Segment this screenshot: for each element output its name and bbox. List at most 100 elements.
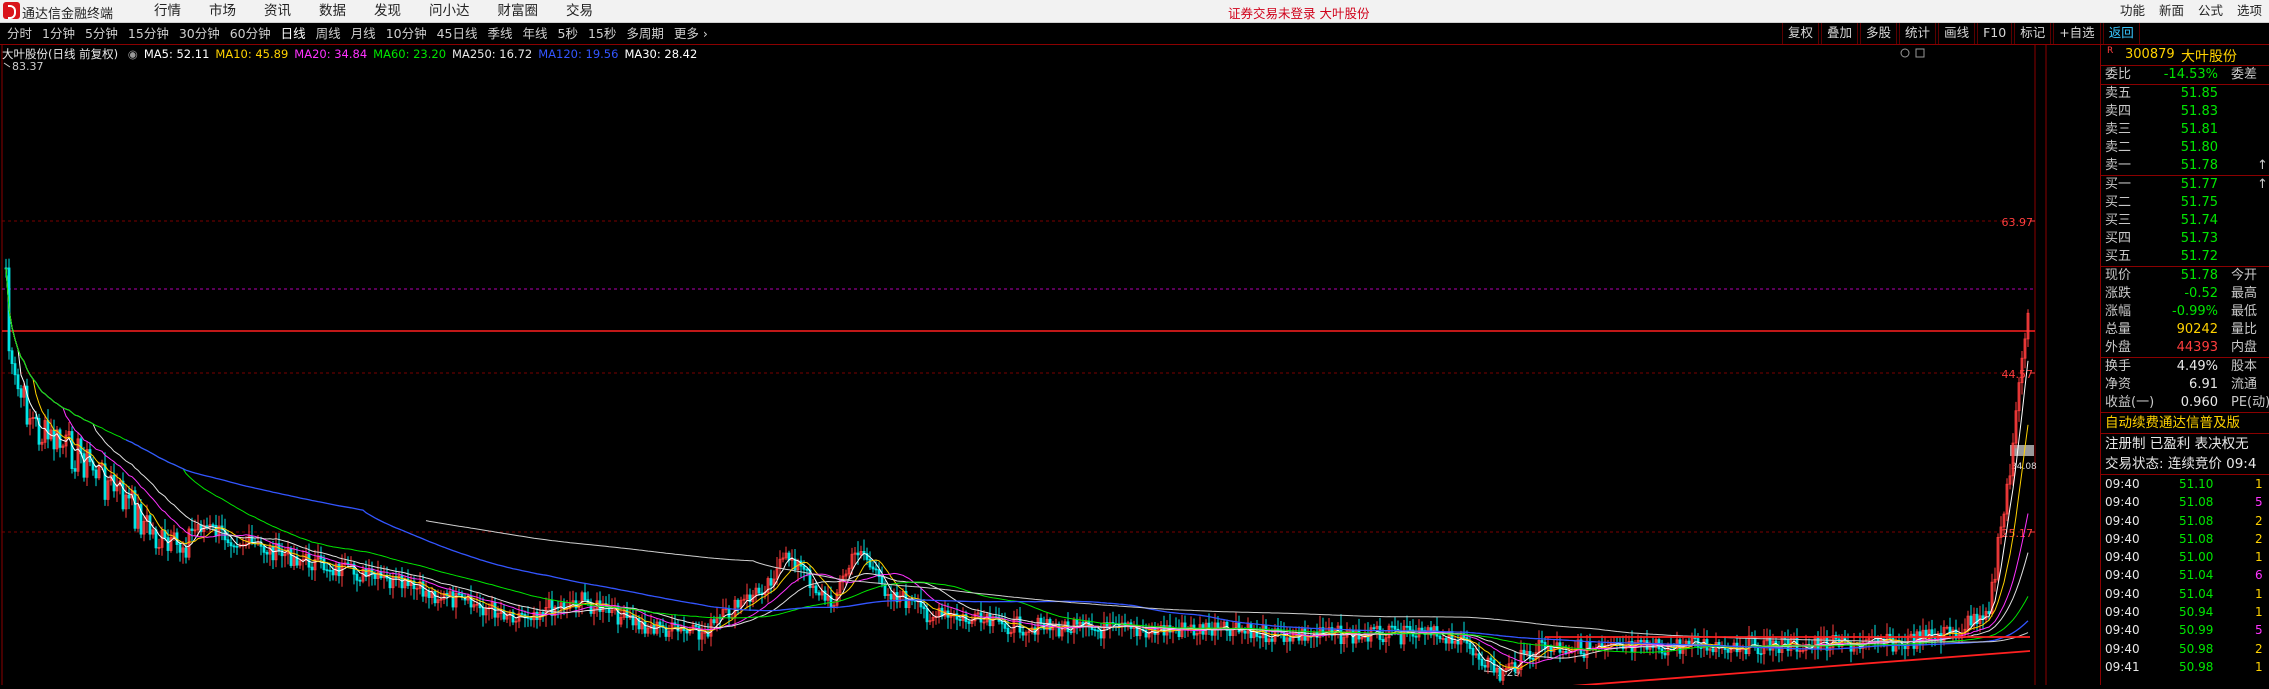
candle-body (1663, 652, 1667, 656)
layer-icon[interactable]: ◉ (128, 47, 138, 61)
ask-value: 51.81 (2180, 122, 2218, 137)
top-right-item-0[interactable]: 功能 (2113, 0, 2152, 22)
period-tab-8[interactable]: 月线 (346, 23, 381, 44)
tick-row: 09:40 51.10 1 (2101, 475, 2269, 493)
candle-body (1531, 658, 1535, 660)
candle-body (1258, 636, 1262, 639)
candle-body (1075, 619, 1079, 625)
ask-volume: ↑ 1 (2257, 158, 2269, 173)
quote-panel: R 300879 大叶股份 委比 -14.53% 委差 卖五 51.85 卖四 51.… (2100, 45, 2269, 685)
candle-body (82, 453, 86, 478)
period-tab-12[interactable]: 年线 (518, 23, 553, 44)
tool-button-2[interactable]: 多股 (1860, 23, 1898, 44)
menu-item-5[interactable]: 问小达 (415, 0, 484, 22)
tool-button-5[interactable]: F10 (1977, 23, 2013, 44)
period-tab-16[interactable]: 更多 › (669, 23, 713, 44)
candle-body (1480, 658, 1484, 666)
menu-item-4[interactable]: 发现 (360, 0, 415, 22)
top-right-item-3[interactable]: 选项 (2230, 0, 2269, 22)
period-tab-6[interactable]: 日线 (276, 23, 311, 44)
period-tab-1[interactable]: 1分钟 (37, 23, 80, 44)
menu-item-7[interactable]: 交易 (552, 0, 607, 22)
tool-button-3[interactable]: 统计 (1899, 23, 1937, 44)
candle-body (310, 566, 314, 571)
candle-body (1711, 648, 1715, 653)
stat-row: 现价 51.78 今开 (2101, 267, 2269, 285)
bid-row: 买一 51.77 ↑ (2101, 176, 2269, 194)
candle-body (880, 576, 884, 585)
tick-time: 09:40 (2105, 550, 2140, 565)
ask-value: 51.85 (2180, 86, 2218, 101)
period-tab-11[interactable]: 季线 (483, 23, 518, 44)
tick-price: 51.08 (2179, 513, 2214, 528)
ma-legend-item: MA60: 23.20 (373, 47, 447, 61)
top-right-item-2[interactable]: 公式 (2191, 0, 2230, 22)
tool-button-4[interactable]: 画线 (1938, 23, 1976, 44)
y-tick-label: 44.57 (2002, 368, 2034, 381)
candle-body (1096, 629, 1100, 632)
candle-body (1579, 639, 1583, 654)
period-tab-14[interactable]: 15秒 (583, 23, 621, 44)
stat-row: 涨幅 -0.99% 最低 (2101, 303, 2269, 321)
candle-body (871, 566, 875, 570)
trade-status: 交易状态: 连续竞价 09:4 (2101, 454, 2269, 475)
announcement[interactable]: 自动续费通达信普及版 (2101, 413, 2269, 434)
tool-button-6[interactable]: 标记 (2014, 23, 2052, 44)
period-toolbar: 分时 1分钟 5分钟 15分钟 30分钟 60分钟 日线 周线 月线 10分钟 45日线 季线 年线 5秒… (0, 23, 2269, 45)
menu-item-2[interactable]: 资讯 (250, 0, 305, 22)
tick-row: 09:40 50.94 1 (2101, 603, 2269, 621)
candle-body (1228, 630, 1232, 636)
candle-body (757, 587, 761, 594)
login-notice[interactable]: 证券交易未登录 大叶股份 (1228, 3, 1369, 22)
menu-item-1[interactable]: 市场 (195, 0, 250, 22)
period-tab-4[interactable]: 30分钟 (174, 23, 225, 44)
candle-body (1006, 627, 1010, 635)
candle-body (643, 621, 647, 634)
menu-item-3[interactable]: 数据 (305, 0, 360, 22)
menu-item-0[interactable]: 行情 (140, 0, 195, 22)
tool-button-0[interactable]: 复权 (1782, 23, 1820, 44)
tool-button-8[interactable]: 返回 (2102, 23, 2140, 44)
candle-body (133, 490, 137, 529)
stat-row: 总量 90242 量比 (2101, 321, 2269, 339)
period-tab-3[interactable]: 15分钟 (123, 23, 174, 44)
tool-button-7[interactable]: +自选 (2053, 23, 2101, 44)
top-right-menu: 功能 新面 公式 选项 (2113, 0, 2269, 22)
stat2-row: 收益(一) 0.960 PE(动) (2101, 394, 2269, 412)
tick-list[interactable]: 09:40 51.10 1 09:40 51.08 5 09:40 51.08 2 09:40 51… (2101, 475, 2269, 676)
tool-button-1[interactable]: 叠加 (1821, 23, 1859, 44)
menu-item-6[interactable]: 财富圈 (484, 0, 553, 22)
ask-row: 卖三 51.81 (2101, 121, 2269, 139)
candle-body (1444, 638, 1448, 644)
period-tab-13[interactable]: 5秒 (553, 23, 583, 44)
period-tab-7[interactable]: 周线 (311, 23, 346, 44)
kline-chart[interactable]: 63.9744.5725.1783.377.2934.08 (0, 45, 2100, 689)
settings-icon[interactable] (1900, 48, 1910, 58)
tick-time: 09:40 (2105, 641, 2140, 656)
stat2-label: 收益(一) (2105, 395, 2155, 410)
period-tab-15[interactable]: 多周期 (621, 23, 669, 44)
candle-body (1471, 648, 1475, 656)
candle-body (727, 608, 731, 618)
candle-body (814, 585, 818, 594)
top-right-item-1[interactable]: 新面 (2152, 0, 2191, 22)
candle-body (535, 611, 539, 620)
period-tab-2[interactable]: 5分钟 (80, 23, 123, 44)
candle-body (1405, 625, 1409, 628)
tick-price: 50.98 (2179, 641, 2214, 656)
candle-body (451, 591, 455, 608)
bid-value: 51.77 (2180, 177, 2218, 192)
tick-row: 09:40 51.04 1 (2101, 585, 2269, 603)
candle-body (922, 606, 926, 610)
period-tab-9[interactable]: 10分钟 (381, 23, 432, 44)
period-tab-5[interactable]: 60分钟 (225, 23, 276, 44)
maximize-icon[interactable] (1915, 48, 1925, 58)
candle-body (958, 618, 962, 621)
kline-chart-area[interactable]: 63.97 44.57 25.17 83.37 7.29 34.08 (0, 45, 2100, 689)
stat-value: 44393 (2176, 340, 2218, 355)
period-tab-0[interactable]: 分时 (2, 23, 37, 44)
ask-row: 卖一 51.78 ↑ 1 (2101, 157, 2269, 175)
candle-body (94, 469, 98, 479)
period-tab-10[interactable]: 45日线 (432, 23, 483, 44)
candle-body (337, 563, 341, 577)
